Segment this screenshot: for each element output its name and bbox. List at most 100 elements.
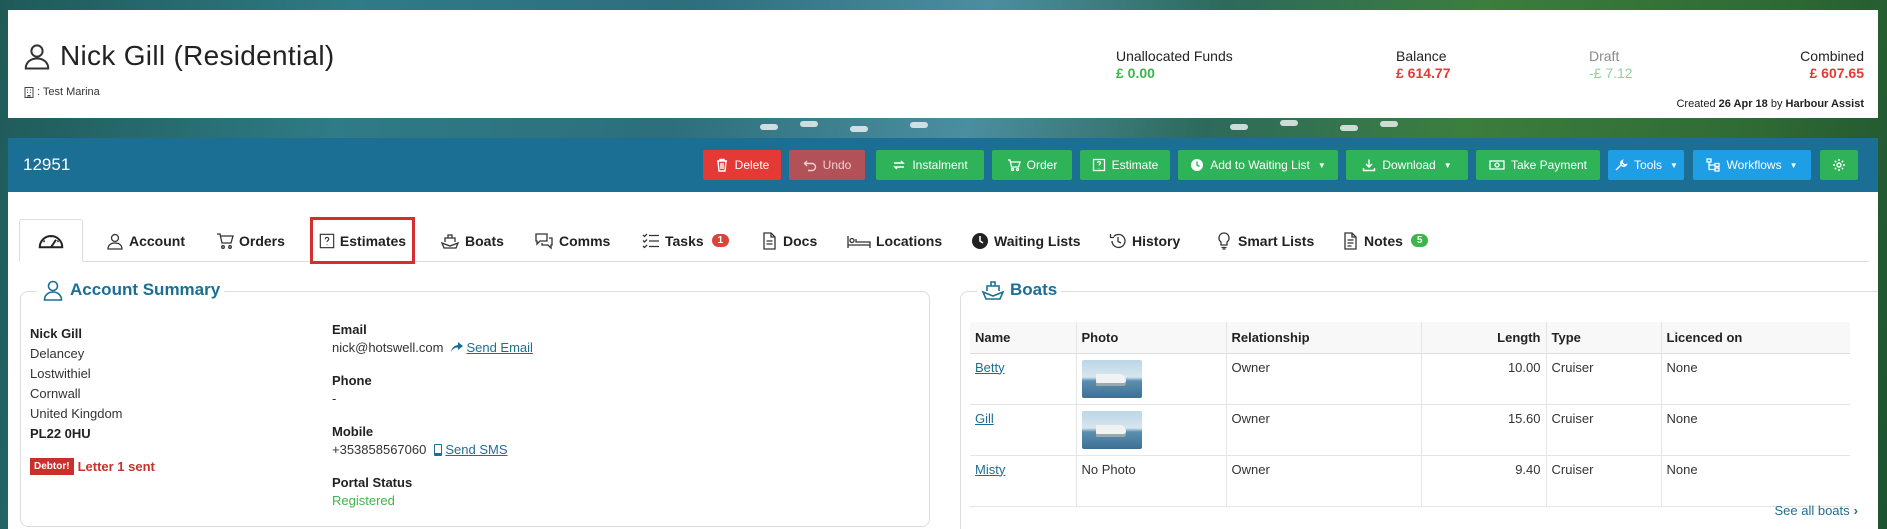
email-row: nick@hotswell.com Send Email: [332, 340, 533, 355]
email-label: Email: [332, 322, 367, 337]
download-button[interactable]: Download ▼: [1346, 150, 1468, 180]
column-header: Photo: [1076, 322, 1227, 354]
chevron-down-icon: ▼: [1443, 160, 1452, 170]
tab-label: History: [1132, 232, 1181, 249]
address-line: United Kingdom: [30, 406, 123, 421]
fund-label: Combined: [1800, 48, 1864, 64]
tab-smart-lists[interactable]: Smart Lists: [1215, 219, 1314, 262]
see-all-boats-label: See all boats: [1774, 503, 1850, 518]
tab-locations[interactable]: Locations: [847, 219, 942, 262]
boat-type: Cruiser: [1546, 404, 1662, 456]
tab-docs[interactable]: Docs: [760, 219, 817, 262]
tab-label: Smart Lists: [1238, 232, 1315, 249]
see-all-boats-link[interactable]: See all boats ›: [1774, 503, 1858, 518]
settings-button[interactable]: [1820, 150, 1858, 180]
boat-photo[interactable]: [1081, 359, 1142, 398]
background-aerial-photo-mid: [0, 118, 1887, 138]
boat-photo[interactable]: [1081, 410, 1142, 449]
chevron-down-icon: ▼: [1317, 160, 1326, 170]
tab-notes[interactable]: Notes 5: [1341, 219, 1429, 262]
mobile-phone-icon: [434, 443, 443, 456]
boat-name-link[interactable]: Betty: [975, 360, 1005, 375]
column-header: Length: [1421, 322, 1547, 354]
tasks-count-badge: 1: [711, 234, 730, 247]
customer-header: Nick Gill (Residential) : Test Marina Un…: [8, 10, 1878, 118]
boat-relationship: Owner: [1226, 353, 1422, 405]
boat-licenced-on: None: [1661, 353, 1850, 405]
email-value: nick@hotswell.com: [332, 340, 444, 355]
boat-licenced-on: None: [1661, 455, 1850, 507]
instalment-button[interactable]: Instalment: [876, 150, 984, 180]
fund-label: Balance: [1396, 48, 1447, 64]
tab-boats[interactable]: Boats: [440, 219, 504, 262]
created-date: 26 Apr 18: [1718, 98, 1768, 110]
estimate-button[interactable]: Estimate: [1080, 150, 1170, 180]
ship-icon: [981, 281, 1005, 300]
account-toolbar: 12951 Delete Undo Instalment Order Estim…: [8, 138, 1878, 192]
tab-comms[interactable]: Comms: [534, 219, 610, 262]
tab-orders[interactable]: Orders: [216, 219, 285, 262]
boats-table: Name Photo Relationship Length Type Lice…: [970, 322, 1850, 507]
question-square-icon: [319, 233, 335, 248]
tab-tasks[interactable]: Tasks 1: [642, 219, 730, 262]
phone-label: Phone: [332, 373, 372, 388]
boat-type: Cruiser: [1546, 455, 1662, 507]
tab-label: Tasks: [665, 232, 704, 249]
tab-label: Notes: [1364, 232, 1403, 249]
chevron-down-icon: ▼: [1670, 160, 1678, 170]
send-email-link[interactable]: Send Email: [451, 340, 533, 355]
add-to-waiting-list-label: Add to Waiting List: [1210, 158, 1310, 172]
tab-dashboard[interactable]: [19, 219, 83, 262]
trash-icon: [716, 158, 727, 172]
send-email-label: Send Email: [466, 340, 533, 355]
created-by: Harbour Assist: [1785, 98, 1864, 110]
panel-heading: Boats: [1010, 280, 1058, 299]
background-aerial-photo-top: [0, 0, 1887, 10]
chevron-right-icon: ›: [1853, 503, 1858, 518]
customer-name-row: Nick Gill (Residential): [22, 40, 335, 72]
tab-account[interactable]: Account: [106, 219, 185, 262]
take-payment-label: Take Payment: [1510, 158, 1588, 172]
customer-name: Nick Gill (Residential): [60, 40, 335, 71]
boats-title: Boats: [977, 278, 1062, 302]
tab-estimates[interactable]: Estimates: [310, 217, 415, 264]
share-icon: [451, 342, 464, 352]
fund-amount: £ 607.65: [1809, 65, 1865, 81]
order-button[interactable]: Order: [992, 150, 1072, 180]
tab-label: Waiting Lists: [994, 232, 1081, 249]
delete-button[interactable]: Delete: [703, 150, 781, 180]
tab-history[interactable]: History: [1109, 219, 1180, 262]
address-line: Lostwithiel: [30, 366, 91, 381]
workflows-button[interactable]: Workflows ▼: [1693, 150, 1811, 180]
dashboard-icon: [38, 234, 64, 248]
portal-status-value: Registered: [332, 493, 395, 508]
order-label: Order: [1026, 158, 1058, 172]
mobile-label: Mobile: [332, 424, 374, 439]
portal-status-row: Registered: [332, 493, 533, 508]
send-sms-link[interactable]: Send SMS: [434, 442, 508, 457]
chat-icon: [535, 232, 553, 250]
cart-icon: [1007, 159, 1021, 172]
marina-row: : Test Marina: [24, 86, 100, 98]
portal-status-label: Portal Status: [332, 475, 413, 490]
history-icon: [1109, 233, 1126, 248]
user-icon: [43, 280, 63, 301]
main-content: Account Orders Estimates Boats Comms Tas…: [8, 192, 1878, 529]
tools-label: Tools: [1634, 158, 1663, 172]
tab-waiting-lists[interactable]: Waiting Lists: [971, 219, 1081, 262]
phone-value: -: [332, 391, 337, 406]
account-summary-panel: Account Summary Nick Gill Delancey Lostw…: [20, 278, 930, 527]
tab-label: Comms: [559, 232, 611, 249]
user-icon: [24, 44, 50, 70]
lightbulb-icon: [1218, 231, 1230, 250]
fund-amount: -£ 7.12: [1589, 65, 1633, 81]
address-name: Nick Gill: [30, 326, 83, 341]
boat-name-link[interactable]: Gill: [975, 411, 994, 426]
add-to-waiting-list-button[interactable]: Add to Waiting List ▼: [1178, 150, 1338, 180]
boat-name-link[interactable]: Misty: [975, 462, 1005, 477]
boat-relationship: Owner: [1226, 404, 1422, 456]
boat-length: 15.60: [1421, 404, 1547, 456]
undo-button[interactable]: Undo: [789, 150, 865, 180]
take-payment-button[interactable]: Take Payment: [1476, 150, 1600, 180]
tools-button[interactable]: Tools ▼: [1608, 150, 1684, 180]
